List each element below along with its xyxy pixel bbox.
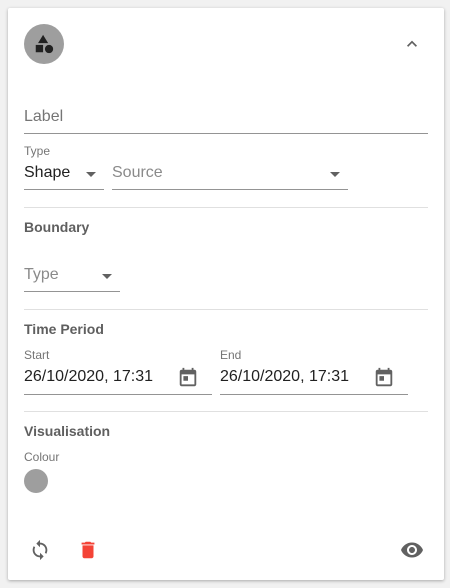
calendar-icon [375, 367, 393, 387]
boundary-type-placeholder: Type [24, 266, 59, 283]
boundary-type-select[interactable]: Type [24, 266, 120, 292]
end-calendar-button[interactable] [372, 366, 396, 390]
shapes-avatar [24, 24, 64, 64]
end-date-value: 26/10/2020, 17:31 [220, 368, 350, 385]
refresh-button[interactable] [26, 536, 54, 564]
delete-icon [81, 541, 95, 559]
chevron-up-icon [407, 40, 417, 47]
chevron-down-icon [102, 274, 112, 279]
label-field[interactable] [24, 106, 428, 134]
eye-icon [401, 542, 423, 558]
end-date-field[interactable]: 26/10/2020, 17:31 [220, 366, 408, 395]
source-select-placeholder: Source [112, 164, 163, 181]
chevron-down-icon [86, 172, 96, 177]
type-select[interactable]: Shape [24, 164, 104, 190]
shapes-icon [35, 34, 54, 54]
start-label: Start [24, 348, 50, 362]
end-label: End [220, 348, 242, 362]
source-select[interactable]: Source [112, 164, 348, 190]
start-date-value: 26/10/2020, 17:31 [24, 368, 154, 385]
boundary-title: Boundary [24, 219, 90, 235]
chevron-down-icon [330, 172, 340, 177]
label-input[interactable] [24, 106, 428, 128]
refresh-icon [32, 539, 48, 561]
type-select-value: Shape [24, 164, 71, 181]
start-calendar-button[interactable] [176, 366, 200, 390]
time-period-title: Time Period [24, 321, 104, 337]
calendar-icon [179, 367, 197, 387]
collapse-button[interactable] [396, 28, 428, 60]
start-date-field[interactable]: 26/10/2020, 17:31 [24, 366, 212, 395]
colour-swatch[interactable] [24, 469, 48, 493]
layer-card: Type Shape Source Boundary Type Time Per… [8, 8, 444, 580]
colour-label: Colour [24, 450, 60, 464]
divider [24, 207, 428, 208]
visualisation-title: Visualisation [24, 423, 111, 439]
type-label: Type [24, 144, 51, 158]
divider [24, 309, 428, 310]
divider [24, 411, 428, 412]
delete-button[interactable] [74, 536, 102, 564]
visibility-button[interactable] [396, 534, 428, 566]
